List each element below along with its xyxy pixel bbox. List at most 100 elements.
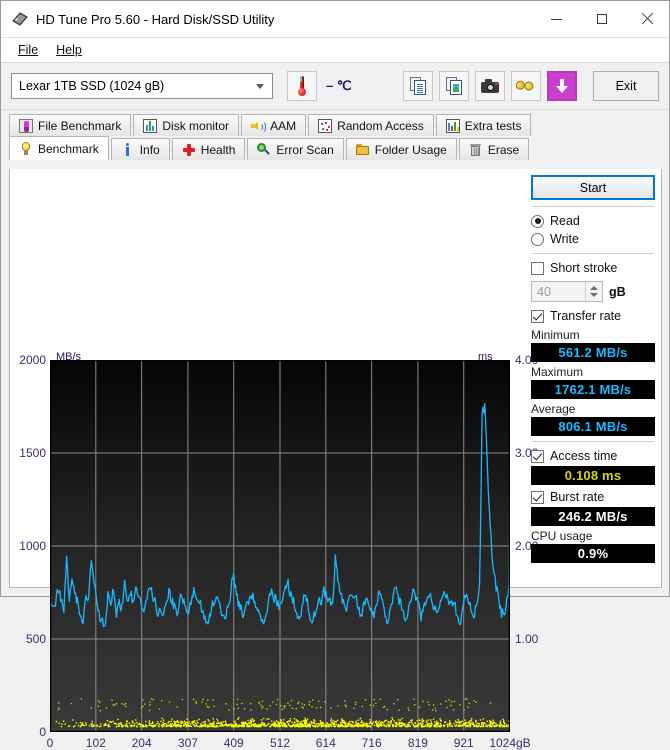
download-button[interactable] <box>547 71 577 101</box>
download-arrow-icon <box>555 78 569 94</box>
maximum-label: Maximum <box>531 365 655 379</box>
tab-error-scan[interactable]: Error Scan <box>247 138 343 160</box>
folder-icon <box>356 143 370 157</box>
stepper-arrows[interactable] <box>585 282 602 301</box>
tab-extra-tests-label: Extra tests <box>465 119 522 133</box>
tab-random-access-label: Random Access <box>337 119 424 133</box>
cpu-usage-label: CPU usage <box>531 529 655 543</box>
burst-rate-value: 246.2 MB/s <box>531 507 655 526</box>
exit-button[interactable]: Exit <box>593 71 659 101</box>
bar-chart-icon <box>143 119 157 133</box>
tab-info[interactable]: Info <box>111 138 170 160</box>
tab-extra-tests[interactable]: Extra tests <box>436 114 532 136</box>
minimum-value: 561.2 MB/s <box>531 343 655 362</box>
maximize-button[interactable] <box>579 1 624 37</box>
temperature-button[interactable] <box>287 71 317 101</box>
tab-erase[interactable]: Erase <box>459 138 529 160</box>
radio-write-label: Write <box>550 232 579 246</box>
screenshot-button[interactable] <box>475 71 505 101</box>
radio-read-indicator <box>531 215 544 228</box>
toolbar: Lexar 1TB SSD (1024 gB) – ℃ <box>1 63 669 110</box>
tab-info-label: Info <box>140 143 160 157</box>
tab-benchmark[interactable]: Benchmark <box>9 136 109 160</box>
tab-disk-monitor[interactable]: Disk monitor <box>133 114 239 136</box>
checkbox-short-stroke[interactable]: Short stroke <box>531 259 655 277</box>
chevron-up-icon[interactable] <box>590 286 598 290</box>
copy-text-button[interactable] <box>403 71 433 101</box>
menu-item-help[interactable]: Help <box>47 41 91 59</box>
radio-write[interactable]: Write <box>531 230 655 248</box>
tab-row-upper: File Benchmark Disk monitor AAM Random A… <box>9 114 663 136</box>
tab-benchmark-label: Benchmark <box>38 142 99 156</box>
menu-help-label: Help <box>56 43 82 57</box>
copy-image-icon <box>446 77 463 95</box>
radio-write-indicator <box>531 233 544 246</box>
hdtune-logo-icon <box>11 10 29 28</box>
average-label: Average <box>531 402 655 416</box>
access-time-value: 0.108 ms <box>531 466 655 485</box>
maximize-icon <box>597 14 607 24</box>
short-stroke-row: 40 gB <box>531 281 655 302</box>
checkbox-transfer-rate[interactable]: Transfer rate <box>531 307 655 325</box>
tab-health-label: Health <box>201 143 236 157</box>
menu-file-label: File <box>18 43 38 57</box>
temperature-value: – ℃ <box>326 78 351 94</box>
short-stroke-unit: gB <box>609 285 626 299</box>
menu-item-file[interactable]: File <box>9 41 47 59</box>
access-time-checkbox <box>531 450 544 463</box>
file-benchmark-icon <box>19 119 33 133</box>
start-button-label: Start <box>580 181 606 195</box>
window-controls <box>534 1 669 37</box>
tab-erase-label: Erase <box>488 143 519 157</box>
magnifier-icon <box>257 143 271 157</box>
checkbox-burst-rate[interactable]: Burst rate <box>531 488 655 506</box>
red-cross-icon <box>182 143 196 157</box>
short-stroke-checkbox <box>531 262 544 275</box>
short-stroke-stepper[interactable]: 40 <box>531 281 603 302</box>
divider <box>532 253 654 254</box>
close-button[interactable] <box>624 1 669 37</box>
tab-file-benchmark[interactable]: File Benchmark <box>9 114 131 136</box>
tab-aam[interactable]: AAM <box>241 114 306 136</box>
maximum-value: 1762.1 MB/s <box>531 380 655 399</box>
start-button[interactable]: Start <box>531 175 655 200</box>
copy-image-button[interactable] <box>439 71 469 101</box>
title-bar: HD Tune Pro 5.60 - Hard Disk/SSD Utility <box>1 1 669 38</box>
tab-folder-usage-label: Folder Usage <box>375 143 447 157</box>
drive-select-value: Lexar 1TB SSD (1024 gB) <box>19 79 164 93</box>
speaker-icon <box>251 119 265 133</box>
peanut-icon <box>514 75 538 98</box>
radio-read-label: Read <box>550 214 580 228</box>
y-tick-2000: 2000 <box>10 353 46 367</box>
tab-strip: File Benchmark Disk monitor AAM Random A… <box>1 110 669 160</box>
tab-health[interactable]: Health <box>172 138 246 160</box>
burst-rate-label: Burst rate <box>550 490 604 504</box>
access-time-label: Access time <box>550 449 617 463</box>
thermometer-icon <box>298 76 306 96</box>
copy-document-icon <box>410 77 427 95</box>
window-title: HD Tune Pro 5.60 - Hard Disk/SSD Utility <box>36 12 274 27</box>
benchmark-panel: MB/s ms 05001000150020001.002.003.004.00… <box>9 169 662 588</box>
checkbox-access-time[interactable]: Access time <box>531 447 655 465</box>
exit-button-label: Exit <box>616 79 637 93</box>
hdtune-window: HD Tune Pro 5.60 - Hard Disk/SSD Utility… <box>0 0 670 597</box>
tab-random-access[interactable]: Random Access <box>308 114 434 136</box>
chevron-down-icon[interactable] <box>590 293 598 297</box>
transfer-rate-checkbox <box>531 310 544 323</box>
tab-file-benchmark-label: File Benchmark <box>38 119 121 133</box>
burst-rate-checkbox <box>531 491 544 504</box>
average-value: 806.1 MB/s <box>531 417 655 436</box>
minimize-button[interactable] <box>534 1 579 37</box>
short-stroke-label: Short stroke <box>550 261 617 275</box>
y-tick-1000: 1000 <box>10 539 46 553</box>
chevron-down-icon <box>256 84 264 89</box>
tab-folder-usage[interactable]: Folder Usage <box>346 138 457 160</box>
cpu-usage-value: 0.9% <box>531 544 655 563</box>
minimum-label: Minimum <box>531 328 655 342</box>
lightbulb-icon <box>19 142 33 156</box>
trash-icon <box>469 143 483 157</box>
tab-aam-label: AAM <box>270 119 296 133</box>
drive-select[interactable]: Lexar 1TB SSD (1024 gB) <box>11 73 273 99</box>
peanut-button[interactable] <box>511 71 541 101</box>
radio-read[interactable]: Read <box>531 212 655 230</box>
